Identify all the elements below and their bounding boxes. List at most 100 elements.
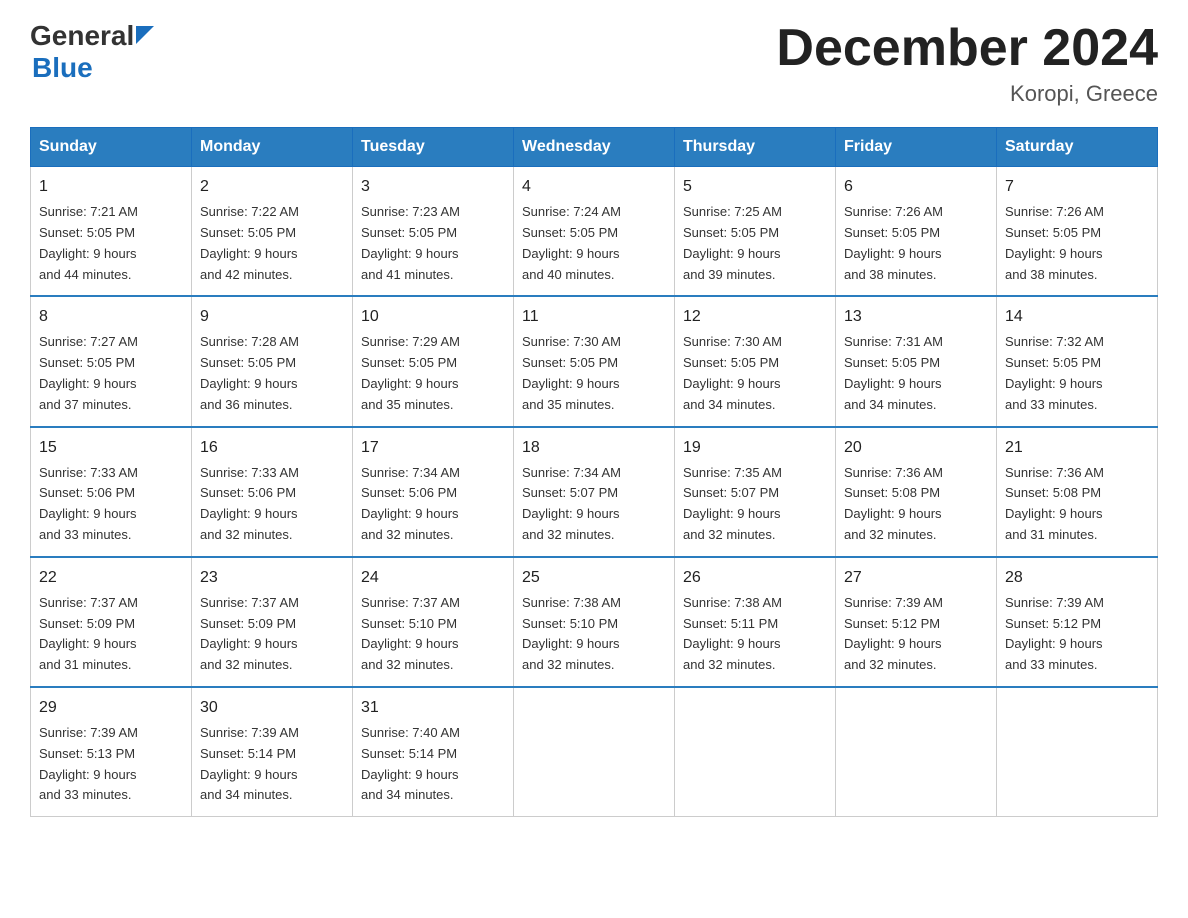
calendar-cell: 12 Sunrise: 7:30 AMSunset: 5:05 PMDayligh… [675, 296, 836, 426]
day-info: Sunrise: 7:36 AMSunset: 5:08 PMDaylight:… [1005, 463, 1149, 546]
col-monday: Monday [192, 128, 353, 167]
calendar-cell: 13 Sunrise: 7:31 AMSunset: 5:05 PMDayligh… [836, 296, 997, 426]
calendar-cell: 31Sunrise: 7:40 AMSunset: 5:14 PMDayligh… [353, 687, 514, 817]
calendar-cell: 3 Sunrise: 7:23 AMSunset: 5:05 PMDaylight… [353, 167, 514, 297]
calendar-cell: 11Sunrise: 7:30 AMSunset: 5:05 PMDayligh… [514, 296, 675, 426]
day-number: 14 [1005, 305, 1149, 329]
day-number: 24 [361, 566, 505, 590]
day-info: Sunrise: 7:36 AMSunset: 5:08 PMDaylight:… [844, 463, 988, 546]
calendar-cell: 28 Sunrise: 7:39 AMSunset: 5:12 PMDayligh… [997, 557, 1158, 687]
calendar-cell: 8 Sunrise: 7:27 AMSunset: 5:05 PMDaylight… [31, 296, 192, 426]
calendar-cell: 29 Sunrise: 7:39 AMSunset: 5:13 PMDayligh… [31, 687, 192, 817]
day-number: 29 [39, 696, 183, 720]
day-info: Sunrise: 7:22 AMSunset: 5:05 PMDaylight:… [200, 202, 344, 285]
month-title: December 2024 [776, 20, 1158, 77]
logo-arrow-icon [136, 26, 154, 44]
calendar-cell: 4Sunrise: 7:24 AMSunset: 5:05 PMDaylight… [514, 167, 675, 297]
calendar-header-row: Sunday Monday Tuesday Wednesday Thursday… [31, 128, 1158, 167]
day-info: Sunrise: 7:38 AMSunset: 5:10 PMDaylight:… [522, 593, 666, 676]
day-info: Sunrise: 7:40 AMSunset: 5:14 PMDaylight:… [361, 723, 505, 806]
calendar-cell: 1 Sunrise: 7:21 AMSunset: 5:05 PMDaylight… [31, 167, 192, 297]
calendar-cell [675, 687, 836, 817]
day-info: Sunrise: 7:26 AMSunset: 5:05 PMDaylight:… [1005, 202, 1149, 285]
calendar-cell: 17 Sunrise: 7:34 AMSunset: 5:06 PMDayligh… [353, 427, 514, 557]
page-header: General Blue December 2024 Koropi, Greec… [30, 20, 1158, 107]
day-number: 20 [844, 436, 988, 460]
day-info: Sunrise: 7:29 AMSunset: 5:05 PMDaylight:… [361, 332, 505, 415]
day-info: Sunrise: 7:31 AMSunset: 5:05 PMDaylight:… [844, 332, 988, 415]
day-number: 10 [361, 305, 505, 329]
day-info: Sunrise: 7:32 AMSunset: 5:05 PMDaylight:… [1005, 332, 1149, 415]
day-number: 6 [844, 175, 988, 199]
day-number: 12 [683, 305, 827, 329]
calendar-cell: 24 Sunrise: 7:37 AMSunset: 5:10 PMDayligh… [353, 557, 514, 687]
day-info: Sunrise: 7:33 AMSunset: 5:06 PMDaylight:… [200, 463, 344, 546]
day-info: Sunrise: 7:39 AMSunset: 5:12 PMDaylight:… [844, 593, 988, 676]
day-number: 23 [200, 566, 344, 590]
day-info: Sunrise: 7:23 AMSunset: 5:05 PMDaylight:… [361, 202, 505, 285]
day-number: 1 [39, 175, 183, 199]
day-info: Sunrise: 7:34 AMSunset: 5:06 PMDaylight:… [361, 463, 505, 546]
day-number: 28 [1005, 566, 1149, 590]
calendar-cell: 16 Sunrise: 7:33 AMSunset: 5:06 PMDayligh… [192, 427, 353, 557]
calendar-cell: 19Sunrise: 7:35 AMSunset: 5:07 PMDayligh… [675, 427, 836, 557]
day-number: 18 [522, 436, 666, 460]
calendar-cell: 9Sunrise: 7:28 AMSunset: 5:05 PMDaylight… [192, 296, 353, 426]
day-info: Sunrise: 7:30 AMSunset: 5:05 PMDaylight:… [522, 332, 666, 415]
day-info: Sunrise: 7:26 AMSunset: 5:05 PMDaylight:… [844, 202, 988, 285]
day-info: Sunrise: 7:38 AMSunset: 5:11 PMDaylight:… [683, 593, 827, 676]
day-info: Sunrise: 7:37 AMSunset: 5:10 PMDaylight:… [361, 593, 505, 676]
calendar-week-row: 8 Sunrise: 7:27 AMSunset: 5:05 PMDaylight… [31, 296, 1158, 426]
calendar-cell: 23 Sunrise: 7:37 AMSunset: 5:09 PMDayligh… [192, 557, 353, 687]
day-info: Sunrise: 7:27 AMSunset: 5:05 PMDaylight:… [39, 332, 183, 415]
calendar-cell: 10 Sunrise: 7:29 AMSunset: 5:05 PMDayligh… [353, 296, 514, 426]
calendar-cell: 7 Sunrise: 7:26 AMSunset: 5:05 PMDaylight… [997, 167, 1158, 297]
day-number: 13 [844, 305, 988, 329]
calendar-cell [514, 687, 675, 817]
calendar-cell: 6 Sunrise: 7:26 AMSunset: 5:05 PMDaylight… [836, 167, 997, 297]
logo-general-text: General [30, 20, 134, 52]
day-number: 4 [522, 175, 666, 199]
location: Koropi, Greece [776, 81, 1158, 107]
calendar-cell: 27 Sunrise: 7:39 AMSunset: 5:12 PMDayligh… [836, 557, 997, 687]
day-number: 27 [844, 566, 988, 590]
calendar-week-row: 1 Sunrise: 7:21 AMSunset: 5:05 PMDaylight… [31, 167, 1158, 297]
calendar-cell: 26Sunrise: 7:38 AMSunset: 5:11 PMDayligh… [675, 557, 836, 687]
day-number: 2 [200, 175, 344, 199]
day-number: 5 [683, 175, 827, 199]
col-thursday: Thursday [675, 128, 836, 167]
day-number: 17 [361, 436, 505, 460]
day-info: Sunrise: 7:37 AMSunset: 5:09 PMDaylight:… [200, 593, 344, 676]
day-info: Sunrise: 7:37 AMSunset: 5:09 PMDaylight:… [39, 593, 183, 676]
day-number: 16 [200, 436, 344, 460]
calendar-cell: 21 Sunrise: 7:36 AMSunset: 5:08 PMDayligh… [997, 427, 1158, 557]
col-friday: Friday [836, 128, 997, 167]
calendar-week-row: 29 Sunrise: 7:39 AMSunset: 5:13 PMDayligh… [31, 687, 1158, 817]
day-number: 25 [522, 566, 666, 590]
day-number: 8 [39, 305, 183, 329]
day-info: Sunrise: 7:39 AMSunset: 5:14 PMDaylight:… [200, 723, 344, 806]
calendar-cell: 14 Sunrise: 7:32 AMSunset: 5:05 PMDayligh… [997, 296, 1158, 426]
calendar-week-row: 22Sunrise: 7:37 AMSunset: 5:09 PMDayligh… [31, 557, 1158, 687]
logo: General Blue [30, 20, 154, 84]
calendar-cell: 18 Sunrise: 7:34 AMSunset: 5:07 PMDayligh… [514, 427, 675, 557]
day-number: 7 [1005, 175, 1149, 199]
calendar-cell: 25 Sunrise: 7:38 AMSunset: 5:10 PMDayligh… [514, 557, 675, 687]
day-info: Sunrise: 7:33 AMSunset: 5:06 PMDaylight:… [39, 463, 183, 546]
day-info: Sunrise: 7:25 AMSunset: 5:05 PMDaylight:… [683, 202, 827, 285]
day-info: Sunrise: 7:30 AMSunset: 5:05 PMDaylight:… [683, 332, 827, 415]
day-number: 9 [200, 305, 344, 329]
day-number: 19 [683, 436, 827, 460]
calendar-week-row: 15Sunrise: 7:33 AMSunset: 5:06 PMDayligh… [31, 427, 1158, 557]
day-info: Sunrise: 7:39 AMSunset: 5:12 PMDaylight:… [1005, 593, 1149, 676]
col-saturday: Saturday [997, 128, 1158, 167]
calendar-cell: 15Sunrise: 7:33 AMSunset: 5:06 PMDayligh… [31, 427, 192, 557]
calendar-cell [836, 687, 997, 817]
day-info: Sunrise: 7:21 AMSunset: 5:05 PMDaylight:… [39, 202, 183, 285]
day-info: Sunrise: 7:34 AMSunset: 5:07 PMDaylight:… [522, 463, 666, 546]
title-block: December 2024 Koropi, Greece [776, 20, 1158, 107]
calendar-cell: 2 Sunrise: 7:22 AMSunset: 5:05 PMDaylight… [192, 167, 353, 297]
day-info: Sunrise: 7:39 AMSunset: 5:13 PMDaylight:… [39, 723, 183, 806]
day-number: 3 [361, 175, 505, 199]
day-number: 21 [1005, 436, 1149, 460]
